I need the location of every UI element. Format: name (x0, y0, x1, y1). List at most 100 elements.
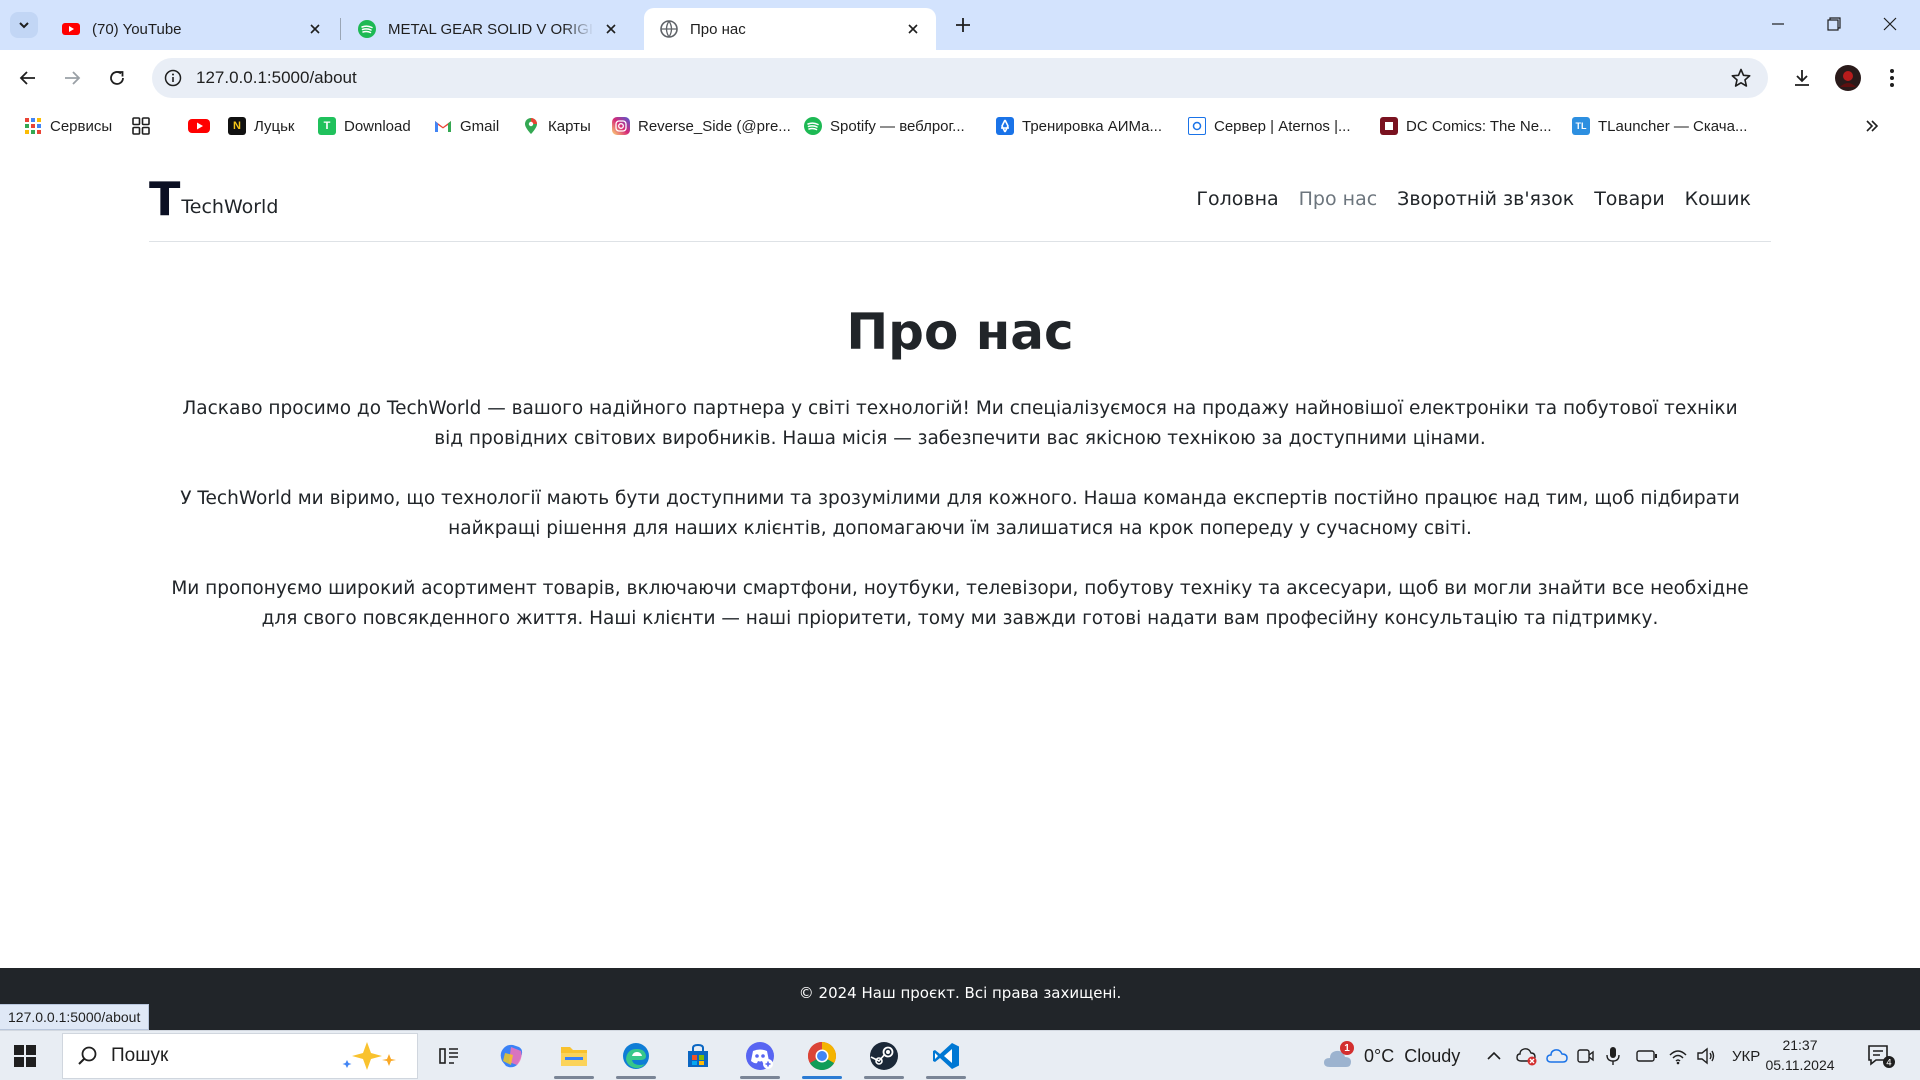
clock[interactable]: 21:37 05.11.2024 (1762, 1035, 1838, 1075)
bookmark-aternos[interactable]: Сервер | Aternos |... (1188, 115, 1351, 137)
tab-youtube[interactable]: (70) YouTube (46, 8, 338, 50)
onedrive-error-tray[interactable] (1516, 1031, 1538, 1080)
edge-icon (623, 1043, 649, 1069)
running-indicator (926, 1076, 966, 1079)
bookmark-label: Карты (548, 117, 591, 135)
vscode-app[interactable] (920, 1035, 972, 1079)
nav-cart-link[interactable]: Кошик (1685, 188, 1751, 210)
t-logo-icon: T (318, 117, 336, 135)
steam-icon (870, 1042, 898, 1070)
copilot-icon (500, 1044, 523, 1068)
address-bar[interactable]: 127.0.0.1:5000/about (152, 58, 1768, 98)
onedrive-tray[interactable] (1546, 1031, 1568, 1080)
volume-tray[interactable] (1696, 1031, 1716, 1080)
weather-badge: 1 (1340, 1041, 1354, 1055)
browser-toolbar: 127.0.0.1:5000/about (0, 50, 1920, 106)
bookmark-spotify[interactable]: Spotify — веблрог... (804, 115, 965, 137)
new-tab-button[interactable] (950, 12, 976, 38)
taskbar-search-box[interactable]: Пошук (62, 1033, 418, 1079)
bookmark-tab-groups[interactable] (132, 115, 158, 137)
edge-app[interactable] (610, 1035, 662, 1079)
tab-separator (340, 18, 341, 40)
clock-time: 21:37 (1782, 1037, 1818, 1053)
windows-taskbar: Пошук 1 0°C Cloudy УКР 21:37 05.11.2024 … (0, 1030, 1920, 1080)
forward-button[interactable] (56, 62, 88, 94)
bookmarks-overflow-button[interactable] (1864, 115, 1880, 137)
running-indicator (864, 1076, 904, 1079)
tab-search-button[interactable] (10, 12, 38, 38)
bookmark-label: TLauncher — Скача... (1598, 117, 1748, 135)
bookmark-gmail[interactable]: Gmail (434, 115, 499, 137)
weather-text: 0°C Cloudy (1364, 1045, 1461, 1066)
notification-icon: 4 (1868, 1045, 1895, 1069)
close-icon[interactable] (904, 20, 922, 38)
reload-button[interactable] (101, 62, 133, 94)
bookmark-tlauncher[interactable]: TL TLauncher — Скача... (1572, 115, 1747, 137)
copilot-app[interactable] (486, 1035, 538, 1077)
profile-avatar[interactable] (1832, 62, 1864, 94)
nav-products-link[interactable]: Товари (1594, 188, 1664, 210)
file-explorer-app[interactable] (548, 1035, 600, 1079)
battery-tray[interactable] (1636, 1031, 1658, 1080)
about-paragraph-3: Ми пропонуємо широкий асортимент товарів… (171, 578, 1749, 629)
bookmark-services[interactable]: Сервисы (24, 115, 112, 137)
minimize-button[interactable] (1750, 0, 1806, 48)
microphone-tray[interactable] (1606, 1031, 1620, 1080)
bookmark-lutsk[interactable]: N Луцьк (228, 115, 294, 137)
about-paragraph-1: Ласкаво просимо до TechWorld — вашого на… (182, 398, 1738, 449)
about-content: Про нас Ласкаво просимо до TechWorld — в… (149, 302, 1771, 664)
bookmark-youtube[interactable] (188, 115, 218, 137)
nav-feedback-link[interactable]: Зворотній зв'язок (1397, 188, 1574, 210)
tab-metal-gear[interactable]: METAL GEAR SOLID V ORIGINAL (342, 8, 634, 50)
microsoft-store-app[interactable] (672, 1035, 724, 1077)
notifications-button[interactable]: 4 (1866, 1031, 1896, 1080)
show-hidden-icons-button[interactable] (1486, 1031, 1502, 1080)
wifi-tray[interactable] (1668, 1031, 1688, 1080)
web-page: T TechWorld Головна Про нас Зворотній зв… (0, 144, 1920, 968)
maps-pin-icon (522, 117, 540, 135)
running-indicator (616, 1076, 656, 1079)
bookmark-label: DC Comics: The Ne... (1406, 117, 1552, 135)
site-nav: Головна Про нас Зворотній зв'язок Товари… (1196, 188, 1751, 210)
close-icon[interactable] (602, 20, 620, 38)
bookmark-download[interactable]: T Download (318, 115, 411, 137)
bookmark-aim-trainer[interactable]: Тренировка АИМа... (996, 115, 1162, 137)
back-button[interactable] (12, 62, 44, 94)
close-icon[interactable] (306, 20, 324, 38)
bookmark-dc-comics[interactable]: DC Comics: The Ne... (1380, 115, 1552, 137)
site-info-icon[interactable] (162, 67, 184, 89)
start-button[interactable] (14, 1045, 36, 1067)
browser-menu-button[interactable] (1876, 62, 1908, 94)
link-status-bar: 127.0.0.1:5000/about (0, 1004, 150, 1030)
tab-title: (70) YouTube (92, 20, 182, 38)
plus-icon (956, 18, 970, 32)
steam-app[interactable] (858, 1035, 910, 1079)
language-indicator[interactable]: УКР (1732, 1031, 1760, 1080)
window-close-button[interactable] (1862, 0, 1918, 48)
site-logo[interactable]: T TechWorld (149, 176, 278, 222)
restore-button[interactable] (1806, 0, 1862, 48)
bookmark-instagram[interactable]: Reverse_Side (@pre... (612, 115, 791, 137)
downloads-button[interactable] (1786, 62, 1818, 94)
nav-about-link[interactable]: Про нас (1299, 188, 1378, 210)
meet-now-tray[interactable] (1576, 1031, 1594, 1080)
task-view-button[interactable] (424, 1035, 476, 1077)
discord-app[interactable] (734, 1035, 786, 1079)
bookmark-maps[interactable]: Карты (522, 115, 591, 137)
tab-about[interactable]: Про нас (644, 8, 936, 50)
bookmarks-bar: Сервисы N Луцьк T Download Gmail Карты R… (0, 106, 1920, 144)
tab-title: METAL GEAR SOLID V ORIGINAL (388, 20, 594, 38)
chrome-app[interactable] (796, 1035, 848, 1079)
spotify-icon (804, 117, 822, 135)
youtube-icon (188, 117, 210, 135)
search-placeholder: Пошук (111, 1045, 169, 1066)
weather-widget[interactable]: 1 0°C Cloudy (1322, 1031, 1460, 1080)
url-text[interactable]: 127.0.0.1:5000/about (196, 68, 357, 88)
dc-comics-icon (1380, 117, 1398, 135)
tab-title: Про нас (690, 20, 746, 38)
spotify-icon (358, 20, 376, 38)
speaker-icon (1697, 1047, 1715, 1065)
bookmark-star-icon[interactable] (1730, 67, 1752, 89)
nav-home-link[interactable]: Головна (1196, 188, 1278, 210)
clock-date: 05.11.2024 (1765, 1057, 1835, 1073)
